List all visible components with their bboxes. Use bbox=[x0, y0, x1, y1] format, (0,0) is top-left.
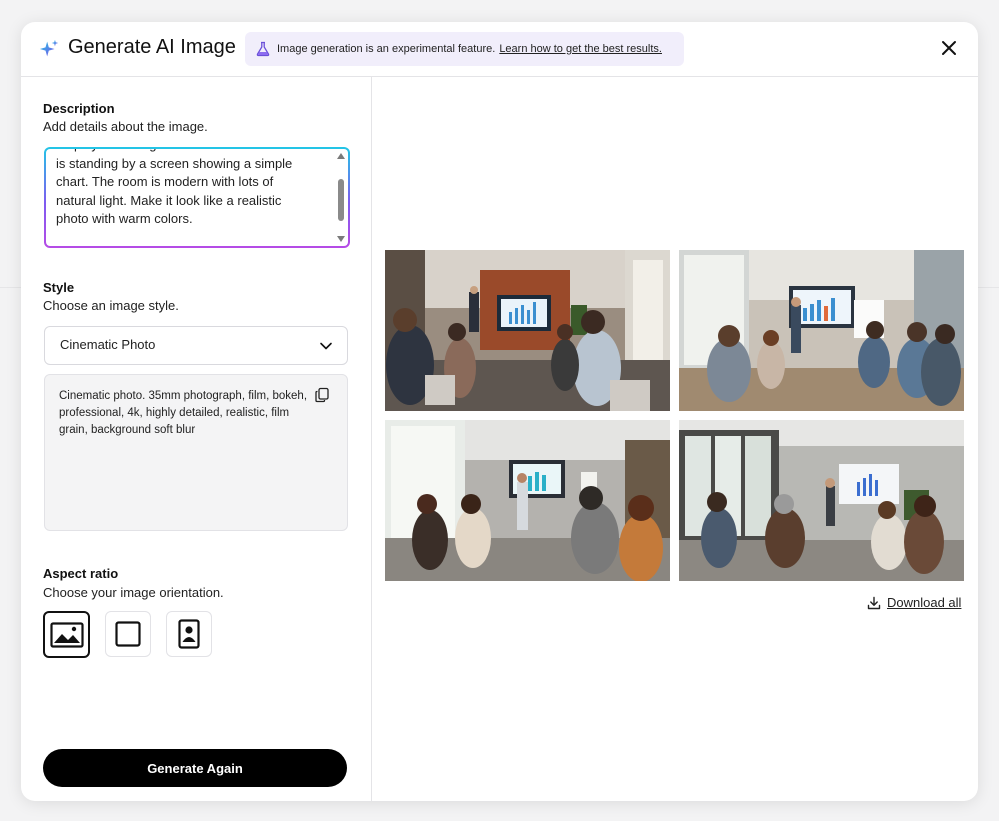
description-scrollbar[interactable] bbox=[336, 151, 346, 244]
aspect-title: Aspect ratio bbox=[43, 566, 119, 581]
dialog-title: Generate AI Image bbox=[68, 36, 236, 58]
banner-text: Image generation is an experimental feat… bbox=[277, 43, 496, 55]
landscape-image-icon bbox=[49, 621, 84, 648]
copy-icon[interactable] bbox=[314, 387, 330, 403]
generate-image-dialog: Generate AI Image Image generation is an… bbox=[21, 22, 978, 801]
aspect-landscape-button[interactable] bbox=[43, 611, 90, 658]
chevron-down-icon bbox=[320, 342, 332, 350]
settings-panel: Description Add details about the image.… bbox=[21, 77, 372, 801]
style-prompt-text: Cinematic photo. 35mm photograph, film, … bbox=[59, 390, 308, 436]
download-all-label: Download all bbox=[887, 595, 962, 610]
scroll-thumb[interactable] bbox=[338, 179, 344, 221]
generated-image-3[interactable] bbox=[385, 420, 670, 581]
square-icon bbox=[115, 621, 141, 647]
generate-again-button[interactable]: Generate Again bbox=[43, 749, 347, 787]
portrait-icon bbox=[178, 619, 200, 649]
description-subtitle: Add details about the image. bbox=[43, 119, 208, 134]
style-select-value: Cinematic Photo bbox=[60, 337, 156, 352]
download-all-button[interactable]: Download all bbox=[867, 595, 961, 610]
style-prompt-box: Cinematic photo. 35mm photograph, film, … bbox=[44, 374, 348, 531]
generated-image-2[interactable] bbox=[679, 250, 964, 411]
sparkle-icon bbox=[39, 39, 59, 57]
generated-image-4[interactable] bbox=[679, 420, 964, 581]
style-select[interactable]: Cinematic Photo bbox=[44, 326, 348, 365]
aspect-square-button[interactable] bbox=[105, 611, 151, 657]
description-title: Description bbox=[43, 101, 115, 116]
generated-image-1[interactable] bbox=[385, 250, 670, 411]
description-textarea[interactable]: employees sitting in a half-circle. The … bbox=[44, 147, 350, 248]
style-title: Style bbox=[43, 280, 75, 295]
flask-icon bbox=[256, 41, 270, 57]
description-text[interactable]: employees sitting in a half-circle. The … bbox=[56, 149, 324, 229]
experimental-banner: Image generation is an experimental feat… bbox=[245, 32, 684, 66]
scroll-down-arrow[interactable] bbox=[337, 236, 345, 242]
aspect-subtitle: Choose your image orientation. bbox=[43, 585, 224, 600]
style-subtitle: Choose an image style. bbox=[43, 298, 179, 313]
download-icon bbox=[867, 596, 881, 609]
dialog-header: Generate AI Image Image generation is an… bbox=[21, 22, 978, 77]
scroll-up-arrow[interactable] bbox=[337, 153, 345, 159]
close-icon[interactable] bbox=[940, 39, 958, 57]
learn-more-link[interactable]: Learn how to get the best results. bbox=[499, 43, 662, 55]
aspect-portrait-button[interactable] bbox=[166, 611, 212, 657]
